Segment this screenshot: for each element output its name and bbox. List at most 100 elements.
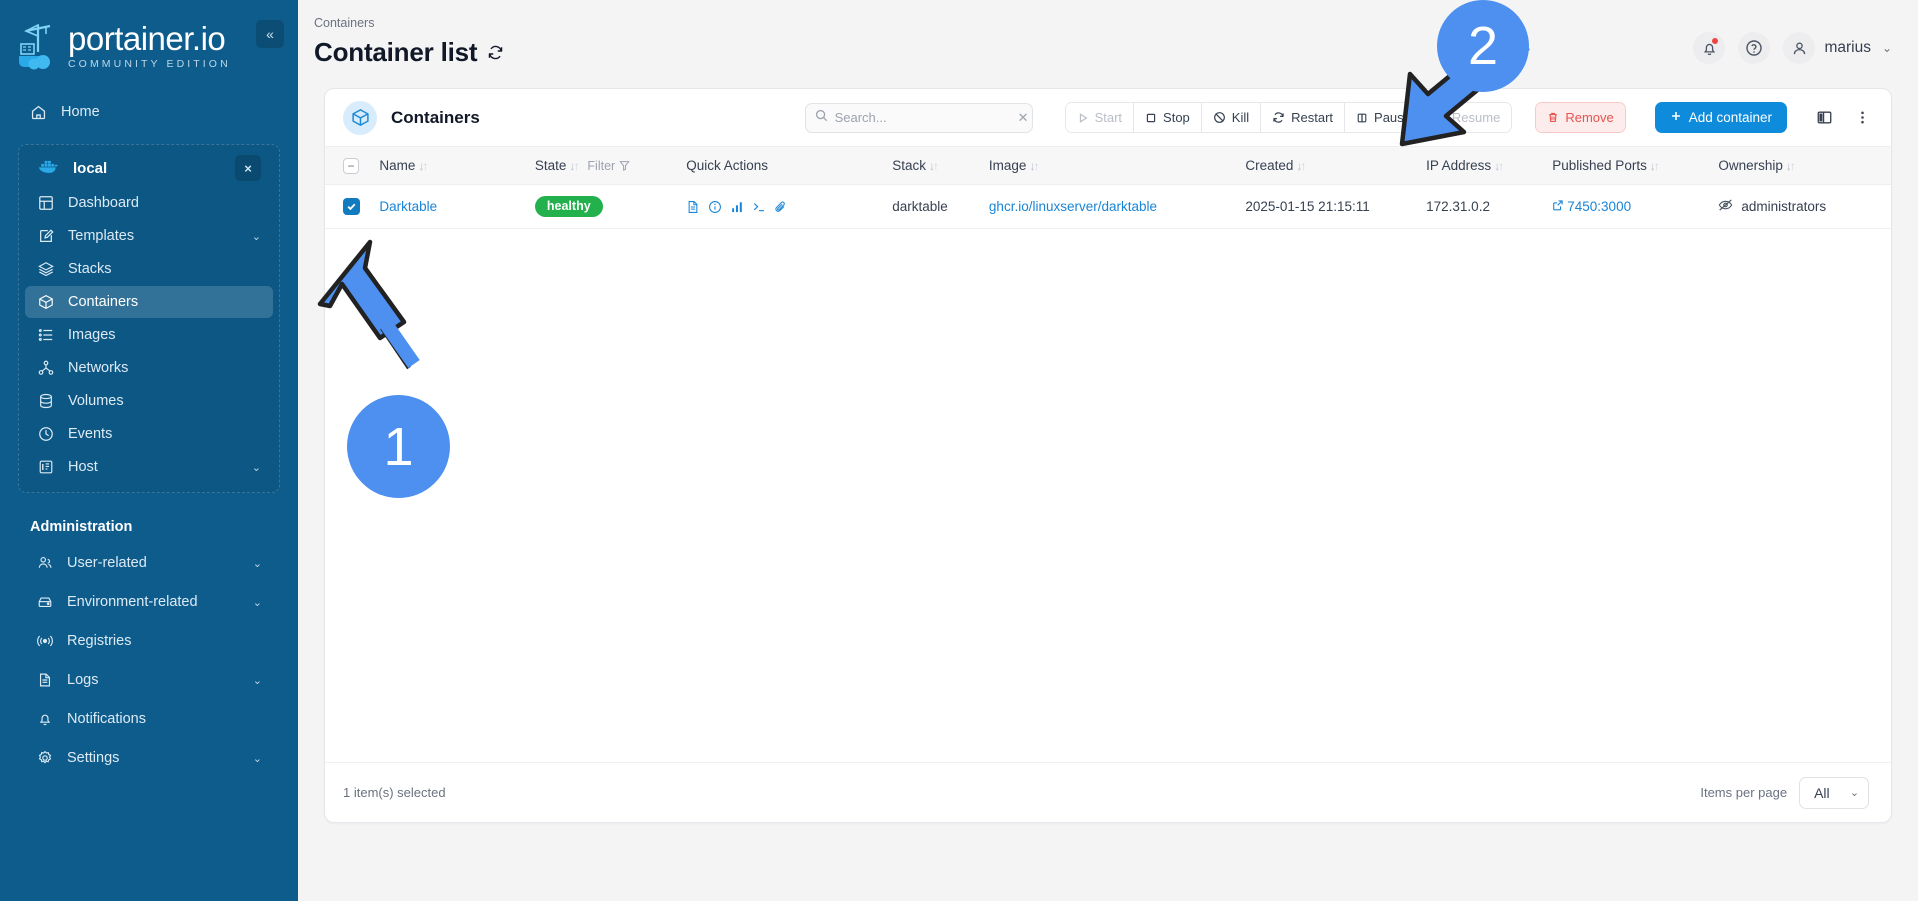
state-filter-button[interactable]: Filter	[587, 159, 630, 173]
pause-button[interactable]: Pause	[1345, 103, 1423, 132]
environment-nav-list: Dashboard Templates ⌄ Stacks Containers …	[19, 185, 279, 483]
console-terminal-icon[interactable]	[752, 200, 766, 214]
sidebar-item-label: Stacks	[68, 261, 112, 277]
settings-gear-icon	[36, 750, 53, 767]
sidebar-item-label: User-related	[67, 555, 147, 571]
search-input[interactable]	[834, 110, 1011, 125]
column-header-ip-address[interactable]: IP Address ↓↑	[1420, 147, 1546, 185]
annotation-badge-2: 2	[1437, 0, 1529, 92]
bell-icon[interactable]	[1693, 32, 1726, 64]
breadcrumb-item[interactable]: Containers	[314, 16, 504, 30]
sidebar-item-host[interactable]: Host ⌄	[25, 451, 273, 483]
refresh-icon[interactable]	[487, 44, 504, 61]
table-row[interactable]: Darktable healthy darktable ghcr.io/linu…	[325, 185, 1892, 229]
cell-ip-address: 172.31.0.2	[1426, 199, 1490, 214]
kill-button[interactable]: Kill	[1201, 103, 1262, 132]
annotation-number: 1	[383, 416, 414, 477]
image-link[interactable]: ghcr.io/linuxserver/darktable	[989, 199, 1157, 214]
sidebar-logo[interactable]: portainer.io COMMUNITY EDITION «	[0, 4, 298, 82]
table-header-row: − Name ↓↑ State ↓↑ Filter Quick Actions …	[325, 146, 1892, 185]
chevron-down-icon[interactable]: ⌄	[1882, 41, 1892, 55]
sidebar: portainer.io COMMUNITY EDITION « Home lo…	[0, 0, 298, 901]
chevron-down-icon[interactable]: ⌄	[253, 596, 262, 609]
containers-table: − Name ↓↑ State ↓↑ Filter Quick Actions …	[325, 146, 1892, 229]
stop-button[interactable]: Stop	[1134, 103, 1202, 132]
attach-paperclip-icon[interactable]	[774, 200, 788, 214]
cell-state: healthy	[529, 185, 680, 229]
resume-button[interactable]: Resume	[1422, 103, 1512, 132]
sidebar-item-volumes[interactable]: Volumes	[25, 385, 273, 417]
environment-group: local × Dashboard Templates ⌄ Stacks Con…	[18, 144, 280, 493]
column-header-ownership[interactable]: Ownership ↓↑	[1712, 147, 1891, 185]
column-header-state[interactable]: State ↓↑ Filter	[529, 147, 680, 185]
sidebar-item-label: Events	[68, 426, 113, 442]
sort-arrows-icon: ↓↑	[569, 158, 579, 173]
select-all-checkbox[interactable]: −	[343, 157, 359, 174]
chevron-down-icon[interactable]: ⌄	[253, 674, 262, 687]
sidebar-item-label: Containers	[68, 294, 139, 310]
sidebar-item-registries[interactable]: Registries	[24, 625, 274, 657]
search-icon	[815, 109, 828, 127]
remove-button-label: Remove	[1565, 110, 1614, 125]
stats-chart-icon[interactable]	[730, 200, 744, 214]
sidebar-item-home[interactable]: Home	[18, 96, 280, 128]
sidebar-item-stacks[interactable]: Stacks	[25, 253, 273, 285]
chevron-down-icon[interactable]: ⌄	[252, 461, 261, 474]
inspect-info-icon[interactable]	[708, 200, 722, 214]
chevron-down-icon[interactable]: ⌄	[253, 557, 262, 570]
app-root: portainer.io COMMUNITY EDITION « Home lo…	[0, 0, 1918, 901]
remove-button[interactable]: Remove	[1536, 103, 1625, 132]
clear-x-icon[interactable]: ✕	[1018, 110, 1029, 126]
container-name-link[interactable]: Darktable	[379, 199, 437, 214]
logo-subtitle: COMMUNITY EDITION	[68, 58, 231, 71]
search-box[interactable]: ✕	[804, 102, 1033, 133]
main-content: Containers Container list marius ⌄ Conta…	[298, 0, 1918, 901]
chevron-down-icon[interactable]: ⌄	[253, 752, 262, 765]
environment-close-button[interactable]: ×	[235, 155, 261, 181]
chevron-down-icon[interactable]: ⌄	[252, 230, 261, 243]
sidebar-item-settings[interactable]: Settings ⌄	[24, 742, 274, 774]
items-per-page-select[interactable]: All ⌄	[1799, 776, 1870, 809]
published-port-link[interactable]: 7450:3000	[1552, 199, 1631, 214]
sidebar-item-notifications[interactable]: Notifications	[24, 703, 274, 735]
logs-icon[interactable]	[686, 200, 700, 214]
sidebar-home-section: Home	[0, 96, 298, 128]
items-per-page-value: All	[1814, 784, 1830, 801]
sidebar-item-containers[interactable]: Containers	[25, 286, 273, 318]
container-box-icon	[343, 100, 377, 135]
sidebar-item-environment-related[interactable]: Environment-related ⌄	[24, 586, 274, 618]
sidebar-item-logs[interactable]: Logs ⌄	[24, 664, 274, 696]
column-header-created[interactable]: Created ↓↑	[1239, 147, 1420, 185]
column-header-name[interactable]: Name ↓↑	[373, 147, 529, 185]
sidebar-item-templates[interactable]: Templates ⌄	[25, 220, 273, 252]
sidebar-item-label: Settings	[67, 750, 120, 766]
column-label: Quick Actions	[686, 158, 769, 173]
row-checkbox[interactable]	[343, 198, 360, 215]
sidebar-item-label: Volumes	[68, 393, 124, 409]
add-container-button[interactable]: Add container	[1654, 102, 1788, 133]
cell-name: Darktable	[373, 185, 529, 229]
kill-button-label: Kill	[1231, 110, 1250, 125]
annotation-badge-1: 1	[347, 395, 450, 498]
column-layout-icon[interactable]	[1811, 105, 1837, 131]
column-label: Created	[1245, 158, 1294, 173]
help-circle-icon[interactable]	[1738, 32, 1771, 64]
column-header-published-ports[interactable]: Published Ports ↓↑	[1546, 147, 1712, 185]
external-link-icon	[1552, 199, 1564, 214]
user-menu[interactable]: marius ⌄	[1783, 32, 1892, 64]
more-vertical-icon[interactable]	[1853, 105, 1871, 131]
sidebar-item-user-related[interactable]: User-related ⌄	[24, 547, 274, 579]
start-button[interactable]: Start	[1065, 103, 1135, 132]
sidebar-item-images[interactable]: Images	[25, 319, 273, 351]
sidebar-item-label: Images	[68, 327, 116, 343]
docker-whale-icon	[37, 158, 59, 179]
sidebar-item-networks[interactable]: Networks	[25, 352, 273, 384]
environment-header[interactable]: local ×	[25, 151, 273, 185]
restart-button[interactable]: Restart	[1261, 103, 1346, 132]
sidebar-item-events[interactable]: Events	[25, 418, 273, 450]
sidebar-item-dashboard[interactable]: Dashboard	[25, 187, 273, 219]
items-per-page-label: Items per page	[1700, 785, 1788, 800]
column-header-stack[interactable]: Stack ↓↑	[886, 147, 983, 185]
column-header-image[interactable]: Image ↓↑	[983, 147, 1239, 185]
sidebar-collapse-button[interactable]: «	[256, 20, 284, 48]
